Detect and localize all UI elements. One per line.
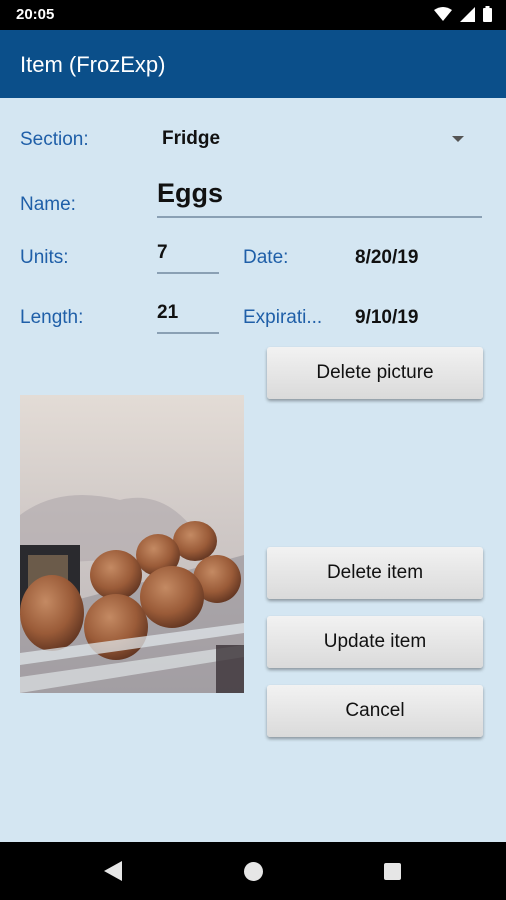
status-icons — [434, 6, 492, 22]
page-title: Item (FrozExp) — [20, 52, 166, 77]
navigation-bar — [0, 842, 506, 900]
eggs-photo-image — [20, 395, 244, 693]
name-label: Name: — [20, 194, 76, 215]
recents-icon[interactable] — [384, 863, 401, 880]
section-spinner[interactable]: Fridge — [150, 116, 482, 160]
status-time: 20:05 — [16, 6, 55, 23]
delete-item-button[interactable]: Delete item — [267, 547, 483, 599]
expiration-value[interactable]: 9/10/19 — [355, 307, 418, 329]
expiration-label: Expirati... — [243, 307, 323, 328]
wifi-icon — [434, 7, 452, 21]
name-value: Eggs — [157, 178, 224, 208]
app-bar: Item (FrozExp) — [0, 30, 506, 98]
name-field[interactable]: Eggs — [157, 176, 482, 218]
length-value: 21 — [157, 302, 179, 323]
length-label: Length: — [20, 307, 84, 328]
update-item-button[interactable]: Update item — [267, 616, 483, 668]
cancel-button[interactable]: Cancel — [267, 685, 483, 737]
status-bar: 20:05 — [0, 0, 506, 30]
units-value: 7 — [157, 242, 168, 263]
length-field[interactable]: 21 — [157, 302, 219, 334]
back-icon[interactable] — [104, 861, 122, 881]
units-field[interactable]: 7 — [157, 242, 219, 274]
signal-icon — [460, 6, 475, 22]
date-value[interactable]: 8/20/19 — [355, 247, 418, 269]
section-value: Fridge — [162, 128, 221, 149]
item-form: Section: Fridge Name: Eggs Units: 7 Date… — [0, 98, 506, 842]
units-label: Units: — [20, 247, 69, 268]
battery-icon — [483, 6, 492, 22]
delete-picture-button[interactable]: Delete picture — [267, 347, 483, 399]
dropdown-arrow-icon — [452, 136, 464, 142]
item-photo[interactable] — [20, 395, 244, 693]
date-label: Date: — [243, 247, 289, 268]
home-icon[interactable] — [244, 862, 263, 881]
section-label: Section: — [20, 129, 89, 150]
